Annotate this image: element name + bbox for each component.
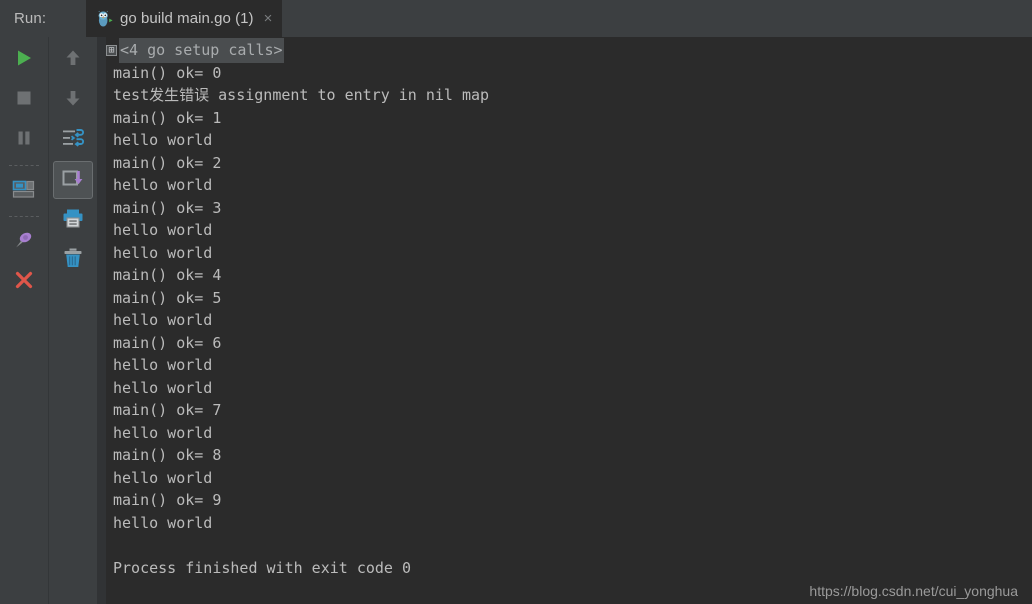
arrow-up-icon: [62, 47, 84, 74]
toolbar-divider: [9, 165, 39, 166]
console-line: hello world: [113, 243, 213, 262]
stop-button[interactable]: [4, 81, 44, 119]
run-tab-bar: Run: go build main.go (1) ×: [0, 0, 1032, 37]
pause-button[interactable]: [4, 121, 44, 159]
console-line: main() ok= 4: [113, 266, 222, 284]
run-label: Run:: [14, 10, 47, 27]
expand-fold-icon[interactable]: ⊞: [106, 44, 117, 56]
console-line: hello world: [113, 221, 213, 239]
run-toolbar-secondary: [48, 37, 97, 604]
arrow-down-icon: [62, 87, 84, 114]
console-line: hello world: [113, 356, 213, 374]
console-line: main() ok= 7: [113, 401, 222, 419]
console-gutter: [97, 37, 106, 604]
run-tool-window: Run: go build main.go (1) × ⊞ <4 go setu…: [0, 0, 1032, 604]
console-line-list: main() ok= 0 test发生错误 assignment to entry…: [106, 62, 1032, 580]
clear-all-button[interactable]: [53, 241, 93, 279]
fold-region-label: <4 go setup calls>: [119, 37, 284, 63]
layout-settings-button[interactable]: [4, 172, 44, 210]
console-line: main() ok= 2: [113, 153, 222, 172]
console-line: hello world: [113, 131, 213, 149]
pause-icon: [13, 127, 35, 154]
console-line: hello world: [113, 176, 213, 194]
printer-icon: [61, 207, 85, 234]
console-line: main() ok= 9: [113, 491, 222, 509]
console-line: hello world: [113, 311, 213, 329]
fold-region-go-setup-calls[interactable]: ⊞ <4 go setup calls>: [106, 37, 1032, 63]
console-line: test发生错误 assignment to entry in nil map: [113, 86, 490, 104]
console-line: hello world: [113, 378, 213, 397]
console-line: main() ok= 5: [113, 288, 222, 307]
stop-square-icon: [13, 87, 35, 114]
console-line: main() ok= 8: [113, 446, 222, 464]
run-toolbar-primary: [0, 37, 48, 604]
close-icon[interactable]: ×: [264, 11, 273, 26]
go-gopher-icon: [96, 10, 113, 28]
watermark-url: https://blog.csdn.net/cui_yonghua: [809, 583, 1018, 599]
play-icon: [13, 47, 35, 74]
soft-wrap-button[interactable]: [53, 121, 93, 159]
trash-icon: [61, 247, 85, 274]
pin-tab-button[interactable]: [4, 223, 44, 261]
scroll-to-end-icon: [61, 167, 85, 194]
console-output[interactable]: ⊞ <4 go setup calls> main() ok= 0 test发生错…: [106, 37, 1032, 604]
soft-wrap-icon: [61, 127, 85, 154]
rerun-button[interactable]: [4, 41, 44, 79]
up-stack-trace-button[interactable]: [53, 41, 93, 79]
tab-go-build-main[interactable]: go build main.go (1) ×: [86, 0, 283, 37]
toolbar-divider: [9, 216, 39, 217]
console-line: hello world: [113, 513, 213, 532]
console-line: main() ok= 1: [113, 108, 222, 127]
console-line: hello world: [113, 468, 213, 487]
console-line: main() ok= 0: [113, 63, 222, 82]
console-line: Process finished with exit code 0: [113, 558, 412, 577]
tab-title: go build main.go (1): [120, 10, 254, 27]
layout-panels-icon: [11, 178, 37, 205]
console-line: main() ok= 6: [113, 333, 222, 352]
print-button[interactable]: [53, 201, 93, 239]
close-x-icon: [13, 269, 35, 296]
scroll-to-end-button[interactable]: [53, 161, 93, 199]
close-tab-button[interactable]: [4, 263, 44, 301]
console-line: main() ok= 3: [113, 198, 222, 217]
console-line: hello world: [113, 423, 213, 442]
down-stack-trace-button[interactable]: [53, 81, 93, 119]
pushpin-icon: [12, 228, 36, 257]
